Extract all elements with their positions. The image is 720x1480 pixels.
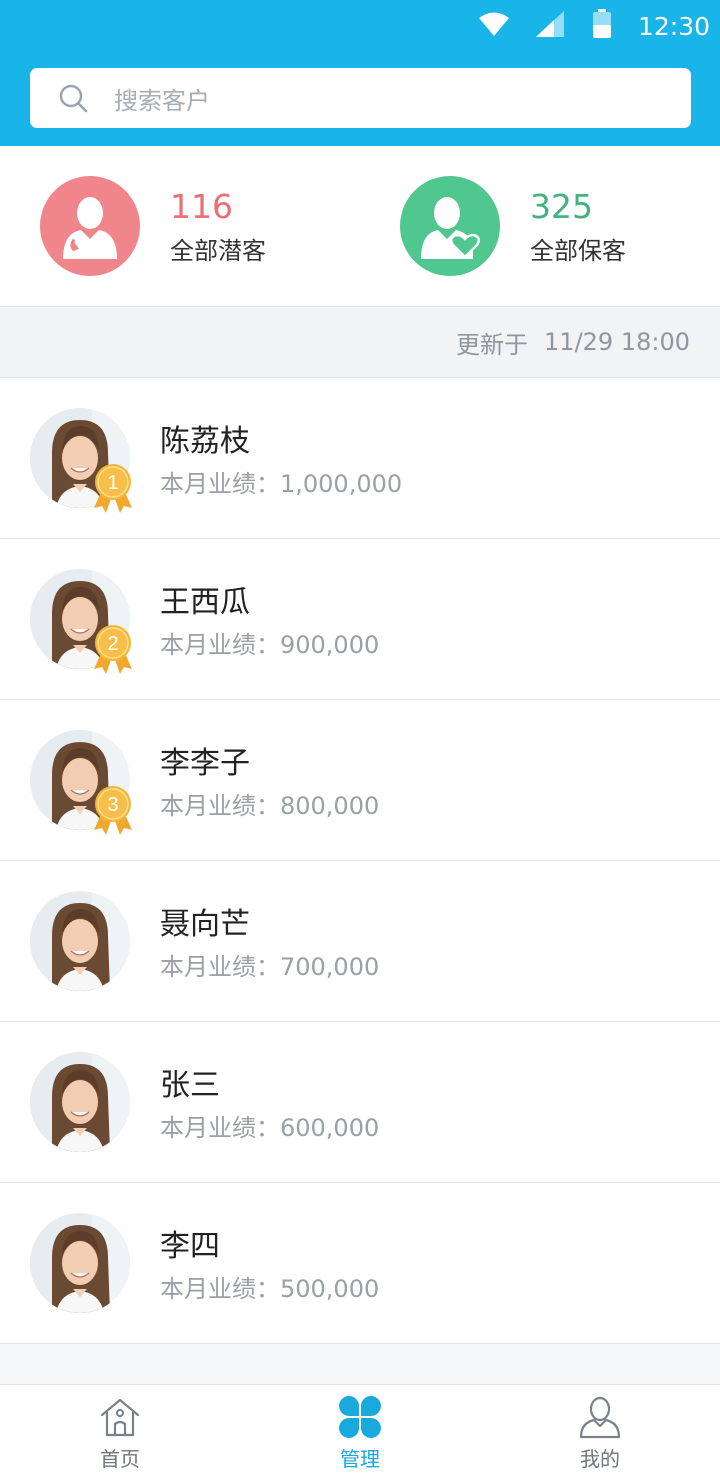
salesperson-name: 陈荔枝 bbox=[160, 424, 250, 459]
bottom-nav: 首页 管理 我的 bbox=[0, 1384, 720, 1480]
top-bar: 12:30 搜索客户 bbox=[0, 0, 720, 146]
wifi-icon bbox=[478, 11, 510, 41]
ranking-row[interactable]: 李四本月业绩：500,000 bbox=[0, 1183, 720, 1344]
clover-grid-icon bbox=[339, 1396, 381, 1438]
retained-label: 全部保客 bbox=[530, 236, 626, 265]
nav-item-home[interactable]: 首页 bbox=[0, 1385, 240, 1480]
clock: 12:30 bbox=[637, 11, 710, 41]
ranking-list: 1 陈荔枝本月业绩：1,000,000 2 王西瓜本月业绩：900,000 3 … bbox=[0, 378, 720, 1344]
retained-count: 325 bbox=[530, 186, 593, 226]
rank-medal-icon: 3 bbox=[92, 784, 134, 836]
potential-customers-card[interactable]: 116 全部潜客 bbox=[40, 176, 266, 276]
nav-item-manage[interactable]: 管理 bbox=[240, 1385, 480, 1480]
search-input[interactable]: 搜索客户 bbox=[114, 81, 210, 116]
search-icon bbox=[59, 84, 88, 113]
customer-summary: 116 全部潜客 325 全部保客 bbox=[0, 146, 720, 306]
rank-number: 1 bbox=[107, 472, 118, 494]
monthly-performance: 本月业绩：600,000 bbox=[160, 1114, 380, 1142]
avatar bbox=[30, 891, 130, 991]
nav-label-home: 首页 bbox=[100, 1447, 140, 1471]
ranking-row[interactable]: 2 王西瓜本月业绩：900,000 bbox=[0, 539, 720, 700]
nav-label-manage: 管理 bbox=[340, 1447, 380, 1471]
rank-medal-icon: 2 bbox=[92, 623, 134, 675]
search-bar[interactable]: 搜索客户 bbox=[30, 68, 691, 128]
monthly-performance: 本月业绩：1,000,000 bbox=[160, 470, 403, 498]
signal-icon bbox=[535, 10, 566, 42]
salesperson-name: 聂向芒 bbox=[160, 907, 250, 942]
rank-medal-icon: 1 bbox=[92, 462, 134, 514]
salesperson-name: 张三 bbox=[160, 1068, 220, 1103]
update-prefix: 更新于 bbox=[456, 330, 529, 359]
status-bar: 12:30 bbox=[478, 8, 710, 44]
monthly-performance: 本月业绩：700,000 bbox=[160, 953, 380, 981]
nav-label-mine: 我的 bbox=[580, 1447, 620, 1471]
monthly-performance: 本月业绩：800,000 bbox=[160, 792, 380, 820]
monthly-performance: 本月业绩：500,000 bbox=[160, 1275, 380, 1303]
app-screen: 12:30 搜索客户 116 全部潜客 325 全部保客 更新于 11/29 1… bbox=[0, 0, 720, 1480]
user-heart-icon bbox=[400, 176, 500, 276]
ranking-row[interactable]: 3 李李子本月业绩：800,000 bbox=[0, 700, 720, 861]
avatar bbox=[30, 1213, 130, 1313]
rank-number: 2 bbox=[107, 633, 118, 655]
nav-item-mine[interactable]: 我的 bbox=[480, 1385, 720, 1480]
person-icon bbox=[579, 1396, 621, 1439]
avatar bbox=[30, 1052, 130, 1152]
update-time-bar: 更新于 11/29 18:00 bbox=[0, 306, 720, 378]
user-phone-icon bbox=[40, 176, 140, 276]
retained-customers-card[interactable]: 325 全部保客 bbox=[400, 176, 626, 276]
rank-number: 3 bbox=[107, 794, 118, 816]
salesperson-name: 李四 bbox=[160, 1229, 220, 1264]
ranking-row[interactable]: 聂向芒本月业绩：700,000 bbox=[0, 861, 720, 1022]
salesperson-name: 李李子 bbox=[160, 746, 250, 781]
potential-label: 全部潜客 bbox=[170, 236, 266, 265]
ranking-row[interactable]: 1 陈荔枝本月业绩：1,000,000 bbox=[0, 378, 720, 539]
salesperson-name: 王西瓜 bbox=[160, 585, 250, 620]
ranking-row[interactable]: 张三本月业绩：600,000 bbox=[0, 1022, 720, 1183]
monthly-performance: 本月业绩：900,000 bbox=[160, 631, 380, 659]
update-time: 11/29 18:00 bbox=[544, 328, 690, 356]
potential-count: 116 bbox=[170, 186, 233, 226]
home-icon bbox=[100, 1398, 140, 1437]
battery-icon bbox=[592, 9, 612, 43]
